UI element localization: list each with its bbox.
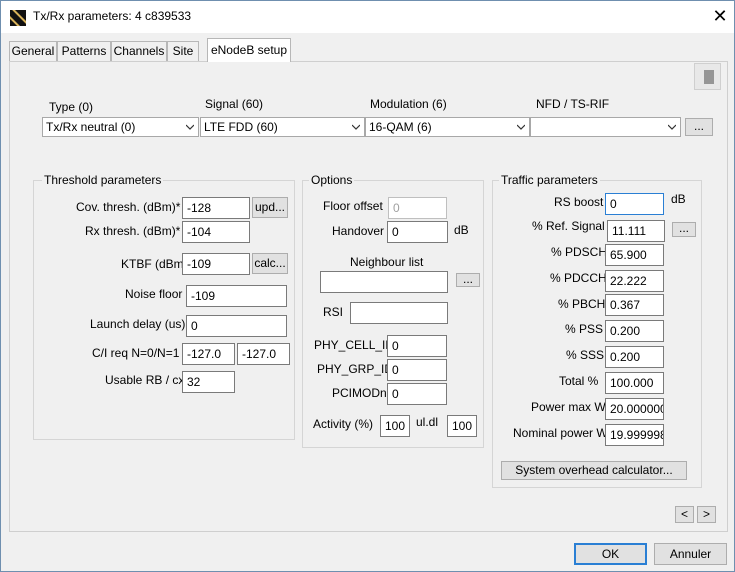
- ok-button[interactable]: OK: [574, 543, 647, 565]
- pss-label: % PSS: [565, 322, 604, 336]
- type-select[interactable]: Tx/Rx neutral (0): [42, 117, 199, 137]
- type-label: Type (0): [49, 100, 94, 114]
- total-field[interactable]: 100.000: [605, 372, 664, 394]
- nominal-power-field[interactable]: 19.999998: [605, 424, 664, 446]
- pdcch-label: % PDCCH: [550, 271, 607, 285]
- signal-select[interactable]: LTE FDD (60): [200, 117, 365, 137]
- tab-channels[interactable]: Channels: [111, 41, 167, 61]
- signal-select-value: LTE FDD (60): [204, 120, 278, 134]
- ref-signal-field[interactable]: 11.111: [607, 220, 665, 242]
- modulation-select[interactable]: 16-QAM (6): [365, 117, 530, 137]
- rsi-field[interactable]: [350, 302, 448, 324]
- phy-grp-id-field[interactable]: 0: [387, 359, 447, 381]
- power-max-label: Power max W: [531, 400, 606, 414]
- neighbour-browse-button[interactable]: ...: [456, 273, 480, 287]
- rx-thresh-label: Rx thresh. (dBm)*: [85, 224, 181, 238]
- phy-cell-id-label: PHY_CELL_ID: [314, 338, 395, 352]
- nfd-select[interactable]: [530, 117, 681, 137]
- neighbour-list-field[interactable]: [320, 271, 448, 293]
- list-menu-icon[interactable]: [694, 63, 721, 90]
- window-title: Tx/Rx parameters: 4 c839533: [33, 9, 192, 23]
- rs-boost-unit: dB: [671, 192, 686, 206]
- floor-offset-field[interactable]: 0: [388, 197, 447, 219]
- tab-site[interactable]: Site: [167, 41, 199, 61]
- usable-rb-label: Usable RB / cx: [105, 373, 185, 387]
- rs-boost-label: RS boost: [554, 195, 604, 209]
- neighbour-list-label: Neighbour list: [350, 255, 424, 269]
- floor-offset-label: Floor offset: [323, 199, 383, 213]
- nominal-power-label: Nominal power W: [513, 426, 608, 440]
- pdsch-field[interactable]: 65.900: [605, 244, 664, 266]
- uldl-label: ul.dl: [416, 415, 439, 429]
- cov-thresh-label: Cov. thresh. (dBm)*: [76, 200, 181, 214]
- rs-boost-field[interactable]: 0: [605, 193, 664, 215]
- ref-signal-browse-button[interactable]: ...: [672, 222, 696, 237]
- sss-label: % SSS: [566, 348, 605, 362]
- type-select-value: Tx/Rx neutral (0): [46, 120, 136, 134]
- ci-req-n1-field[interactable]: -127.0: [237, 343, 290, 365]
- chevron-down-icon: [668, 124, 676, 130]
- close-icon[interactable]: ✕: [709, 5, 731, 27]
- cancel-button[interactable]: Annuler: [654, 543, 727, 565]
- chevron-down-icon: [517, 124, 525, 130]
- ci-req-n0-field[interactable]: -127.0: [182, 343, 235, 365]
- pdcch-field[interactable]: 22.222: [605, 270, 664, 292]
- modulation-label: Modulation (6): [370, 97, 447, 111]
- chevron-down-icon: [186, 124, 194, 130]
- threshold-group: [33, 180, 295, 440]
- pdsch-label: % PDSCH: [551, 245, 608, 259]
- handover-unit: dB: [454, 223, 469, 237]
- tab-patterns[interactable]: Patterns: [57, 41, 111, 61]
- phy-cell-id-field[interactable]: 0: [387, 335, 447, 357]
- activity-dl-field[interactable]: 100: [447, 415, 477, 437]
- usable-rb-field[interactable]: 32: [182, 371, 235, 393]
- pbch-label: % PBCH: [558, 297, 606, 311]
- threshold-group-title: Threshold parameters: [42, 173, 164, 187]
- next-button[interactable]: >: [697, 506, 716, 523]
- pss-field[interactable]: 0.200: [605, 320, 664, 342]
- tab-enodeb-setup[interactable]: eNodeB setup: [207, 38, 291, 62]
- handover-label: Handover: [332, 224, 385, 238]
- nfd-browse-button[interactable]: ...: [685, 118, 713, 136]
- noise-floor-label: Noise floor: [125, 287, 183, 301]
- calc-button[interactable]: calc...: [252, 253, 288, 274]
- launch-delay-label: Launch delay (us): [90, 317, 186, 331]
- dialog-window: Tx/Rx parameters: 4 c839533 ✕ General Pa…: [0, 0, 735, 572]
- nfd-label: NFD / TS-RIF: [536, 97, 610, 111]
- app-icon: [10, 10, 26, 26]
- pcimod-label: PCIMODn: [332, 386, 387, 400]
- modulation-select-value: 16-QAM (6): [369, 120, 432, 134]
- update-button[interactable]: upd...: [252, 197, 288, 218]
- handover-field[interactable]: 0: [387, 221, 448, 243]
- tab-general[interactable]: General: [9, 41, 57, 61]
- pcimod-field[interactable]: 0: [387, 383, 447, 405]
- system-overhead-calculator-button[interactable]: System overhead calculator...: [501, 461, 687, 480]
- total-label: Total %: [559, 374, 599, 388]
- cov-thresh-field[interactable]: -128: [182, 197, 250, 219]
- rx-thresh-field[interactable]: -104: [182, 221, 250, 243]
- phy-grp-id-label: PHY_GRP_ID: [317, 362, 394, 376]
- title-bar: Tx/Rx parameters: 4 c839533 ✕: [1, 1, 734, 33]
- sss-field[interactable]: 0.200: [605, 346, 664, 368]
- ktbf-label: KTBF (dBm): [121, 257, 188, 271]
- noise-floor-field[interactable]: -109: [186, 285, 287, 307]
- pbch-field[interactable]: 0.367: [605, 294, 664, 316]
- activity-ul-field[interactable]: 100: [380, 415, 410, 437]
- signal-label: Signal (60): [205, 97, 264, 111]
- ci-req-label: C/I req N=0/N=1: [92, 346, 180, 360]
- power-max-field[interactable]: 20.000000: [605, 398, 664, 420]
- ktbf-field[interactable]: -109: [182, 253, 250, 275]
- chevron-down-icon: [352, 124, 360, 130]
- rsi-label: RSI: [323, 305, 344, 319]
- traffic-group-title: Traffic parameters: [499, 173, 600, 187]
- activity-label: Activity (%): [313, 417, 373, 431]
- ref-signal-label: % Ref. Signal: [532, 219, 605, 233]
- previous-button[interactable]: <: [675, 506, 694, 523]
- options-group-title: Options: [309, 173, 355, 187]
- launch-delay-field[interactable]: 0: [186, 315, 287, 337]
